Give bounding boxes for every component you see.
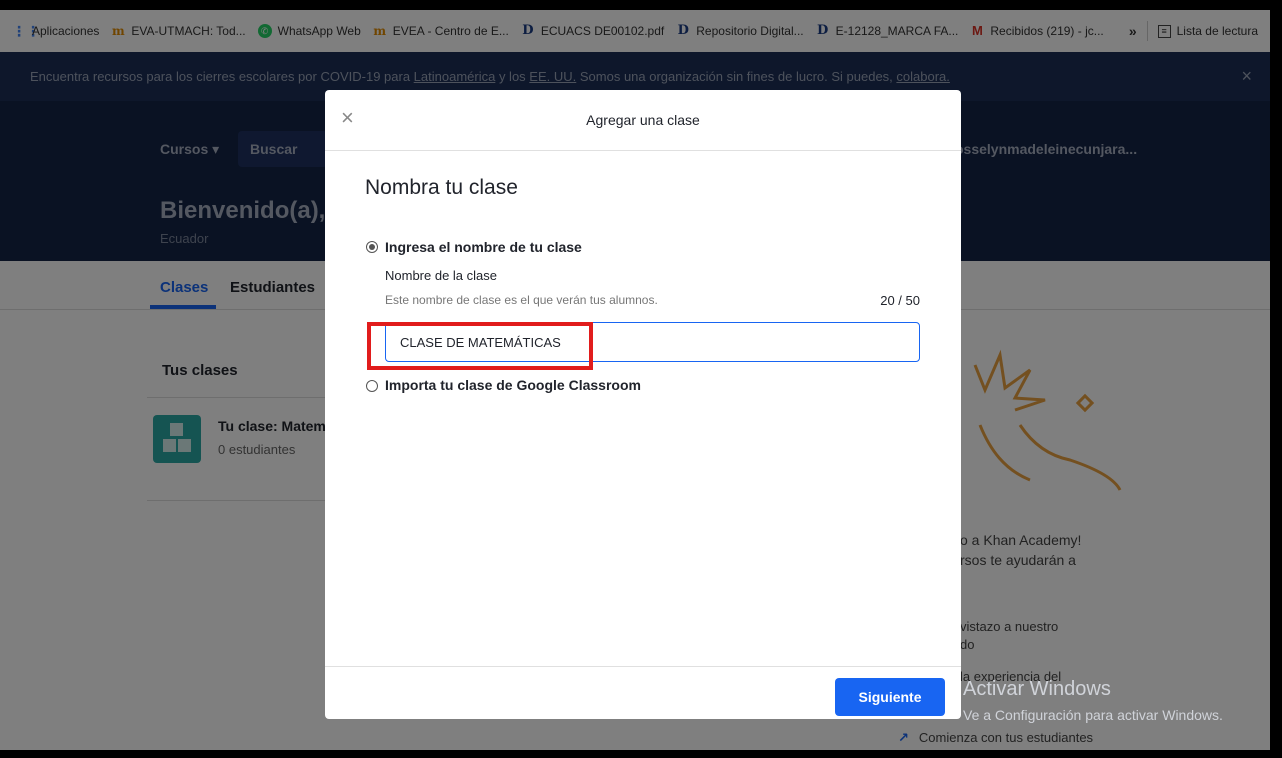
watermark-title: Activar Windows	[963, 678, 1111, 700]
class-name-field-hint: Este nombre de clase es el que verán tus…	[385, 293, 658, 307]
browser-frame: ⋮⋮ Aplicaciones m EVA-UTMACH: Tod... ✆ W…	[0, 10, 1270, 750]
character-counter: 20 / 50	[880, 293, 920, 308]
highlight-box	[367, 322, 593, 370]
dialog-heading: Nombra tu clase	[365, 176, 518, 199]
radio-enter-name[interactable]	[366, 241, 378, 253]
dialog-footer-divider	[325, 666, 961, 667]
watermark-subtitle: Ve a Configuración para activar Windows.	[963, 707, 1223, 723]
dialog-title: Agregar una clase	[586, 112, 700, 128]
radio-enter-name-label[interactable]: Ingresa el nombre de tu clase	[385, 239, 582, 255]
add-class-dialog: × Agregar una clase Nombra tu clase Ingr…	[325, 90, 961, 719]
class-name-field-label: Nombre de la clase	[385, 268, 497, 283]
windows-activation-watermark: Activar Windows Ve a Configuración para …	[963, 678, 1223, 723]
dialog-header: × Agregar una clase	[325, 90, 961, 151]
radio-import-google-label[interactable]: Importa tu clase de Google Classroom	[385, 377, 641, 393]
radio-import-google[interactable]	[366, 380, 378, 392]
next-button[interactable]: Siguiente	[835, 678, 945, 716]
